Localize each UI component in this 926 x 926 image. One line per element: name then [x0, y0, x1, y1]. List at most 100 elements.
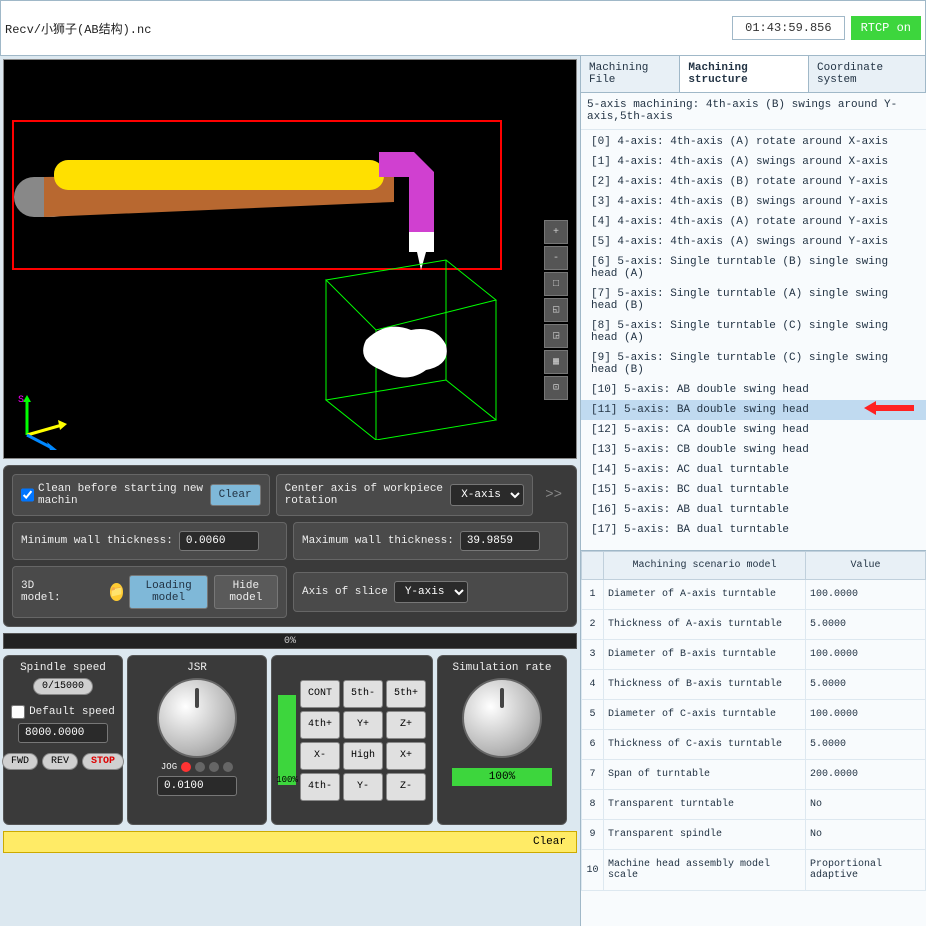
table-row[interactable]: 10Machine head assembly model scalePropo…	[582, 850, 926, 891]
key-5th-[interactable]: 5th-	[343, 680, 383, 708]
slice-axis-label: Axis of slice	[302, 586, 388, 598]
struct-item-8[interactable]: [8] 5-axis: Single turntable (C) single …	[581, 316, 926, 348]
tab-coordinate-system[interactable]: Coordinate system	[809, 56, 926, 92]
center-axis-select[interactable]: X-axis	[450, 484, 524, 506]
view-iso-icon[interactable]: ⊡	[544, 376, 568, 400]
jog-value-input[interactable]	[157, 776, 237, 796]
param-index: 8	[582, 790, 604, 820]
clear-button[interactable]: Clear	[210, 484, 261, 506]
table-row[interactable]: 8Transparent turntableNo	[582, 790, 926, 820]
param-name: Thickness of B-axis turntable	[604, 670, 806, 700]
struct-item-15[interactable]: [15] 5-axis: BC dual turntable	[581, 480, 926, 500]
3d-viewport[interactable]: S + - □ ◱ ◲ ▦ ⊡	[3, 59, 577, 459]
loading-model-button[interactable]: Loading model	[129, 575, 207, 609]
table-row[interactable]: 5Diameter of C-axis turntable100.0000	[582, 700, 926, 730]
folder-icon[interactable]: 📁	[110, 583, 124, 601]
struct-item-12[interactable]: [12] 5-axis: CA double swing head	[581, 420, 926, 440]
collapse-icon[interactable]: >>	[539, 481, 568, 509]
struct-item-6[interactable]: [6] 5-axis: Single turntable (B) single …	[581, 252, 926, 284]
col-index	[582, 552, 604, 580]
clean-checkbox[interactable]	[21, 488, 34, 502]
param-value: No	[806, 790, 926, 820]
param-index: 9	[582, 820, 604, 850]
struct-item-4[interactable]: [4] 4-axis: 4th-axis (A) rotate around Y…	[581, 212, 926, 232]
struct-item-14[interactable]: [14] 5-axis: AC dual turntable	[581, 460, 926, 480]
rtcp-button[interactable]: RTCP on	[851, 16, 921, 40]
structure-list: [0] 4-axis: 4th-axis (A) rotate around X…	[581, 130, 926, 542]
table-row[interactable]: 9Transparent spindleNo	[582, 820, 926, 850]
key-x-[interactable]: X-	[300, 742, 340, 770]
key-cont[interactable]: CONT	[300, 680, 340, 708]
struct-item-10[interactable]: [10] 5-axis: AB double swing head	[581, 380, 926, 400]
struct-item-3[interactable]: [3] 4-axis: 4th-axis (B) swings around Y…	[581, 192, 926, 212]
struct-item-1[interactable]: [1] 4-axis: 4th-axis (A) swings around X…	[581, 152, 926, 172]
center-axis-label: Center axis of workpiece rotation	[285, 483, 445, 507]
struct-item-13[interactable]: [13] 5-axis: CB double swing head	[581, 440, 926, 460]
key-z-[interactable]: Z-	[386, 773, 426, 801]
struct-item-0[interactable]: [0] 4-axis: 4th-axis (A) rotate around X…	[581, 132, 926, 152]
param-index: 2	[582, 610, 604, 640]
table-row[interactable]: 4Thickness of B-axis turntable5.0000	[582, 670, 926, 700]
jsr-green-bar: 100%	[278, 695, 296, 785]
struct-item-16[interactable]: [16] 5-axis: AB dual turntable	[581, 500, 926, 520]
key-z+[interactable]: Z+	[386, 711, 426, 739]
stop-button[interactable]: STOP	[82, 753, 124, 770]
param-index: 3	[582, 640, 604, 670]
zoom-out-icon[interactable]: -	[544, 246, 568, 270]
key-high[interactable]: High	[343, 742, 383, 770]
default-speed-checkbox[interactable]	[11, 705, 25, 719]
struct-item-11[interactable]: [11] 5-axis: BA double swing head	[581, 400, 926, 420]
slice-axis-select[interactable]: Y-axis	[394, 581, 468, 603]
key-y+[interactable]: Y+	[343, 711, 383, 739]
model-label: 3D model:	[21, 580, 63, 604]
col-value: Value	[806, 552, 926, 580]
struct-item-17[interactable]: [17] 5-axis: BA dual turntable	[581, 520, 926, 540]
param-index: 1	[582, 580, 604, 610]
struct-item-7[interactable]: [7] 5-axis: Single turntable (A) single …	[581, 284, 926, 316]
param-name: Transparent spindle	[604, 820, 806, 850]
tab-machining-structure[interactable]: Machining structure	[680, 56, 809, 92]
struct-item-9[interactable]: [9] 5-axis: Single turntable (C) single …	[581, 348, 926, 380]
progress-bar: 0%	[3, 633, 577, 649]
view-grid-icon[interactable]: ▦	[544, 350, 568, 374]
table-row[interactable]: 2Thickness of A-axis turntable5.0000	[582, 610, 926, 640]
key-x+[interactable]: X+	[386, 742, 426, 770]
sim-dial[interactable]	[462, 678, 542, 758]
struct-item-5[interactable]: [5] 4-axis: 4th-axis (A) swings around Y…	[581, 232, 926, 252]
struct-item-2[interactable]: [2] 4-axis: 4th-axis (B) rotate around Y…	[581, 172, 926, 192]
tab-machining-file[interactable]: Machining File	[581, 56, 680, 92]
view-tools: + - □ ◱ ◲ ▦ ⊡	[544, 220, 568, 400]
param-value: 5.0000	[806, 610, 926, 640]
min-wall-input[interactable]	[179, 531, 259, 551]
view-front-icon[interactable]: ◱	[544, 298, 568, 322]
clear-bar[interactable]: Clear	[3, 831, 577, 853]
key-4th-[interactable]: 4th-	[300, 773, 340, 801]
param-index: 10	[582, 850, 604, 891]
spindle-panel: Spindle speed 0/15000 Default speed FWD …	[3, 655, 123, 825]
table-row[interactable]: 7Span of turntable200.0000	[582, 760, 926, 790]
zoom-in-icon[interactable]: +	[544, 220, 568, 244]
structure-description: 5-axis machining: 4th-axis (B) swings ar…	[581, 93, 926, 130]
fwd-button[interactable]: FWD	[2, 753, 38, 770]
view-side-icon[interactable]: ◲	[544, 324, 568, 348]
hide-model-button[interactable]: Hide model	[214, 575, 278, 609]
top-bar: Recv/小狮子(AB结构).nc 01:43:59.856 RTCP on	[0, 0, 926, 56]
key-y-[interactable]: Y-	[343, 773, 383, 801]
spindle-title: Spindle speed	[20, 662, 106, 674]
max-wall-input[interactable]	[460, 531, 540, 551]
jsr-dial[interactable]	[157, 678, 237, 758]
table-row[interactable]: 3Diameter of B-axis turntable100.0000	[582, 640, 926, 670]
view-fit-icon[interactable]: □	[544, 272, 568, 296]
file-path: Recv/小狮子(AB结构).nc	[5, 20, 151, 37]
table-row[interactable]: 6Thickness of C-axis turntable5.0000	[582, 730, 926, 760]
table-row[interactable]: 1Diameter of A-axis turntable100.0000	[582, 580, 926, 610]
wireframe-box	[296, 240, 516, 440]
rev-button[interactable]: REV	[42, 753, 78, 770]
param-name: Diameter of C-axis turntable	[604, 700, 806, 730]
default-speed-input[interactable]	[18, 723, 108, 743]
param-name: Thickness of A-axis turntable	[604, 610, 806, 640]
arrow-icon	[864, 401, 914, 419]
key-5th+[interactable]: 5th+	[386, 680, 426, 708]
key-4th+[interactable]: 4th+	[300, 711, 340, 739]
jog-indicator	[181, 762, 233, 772]
